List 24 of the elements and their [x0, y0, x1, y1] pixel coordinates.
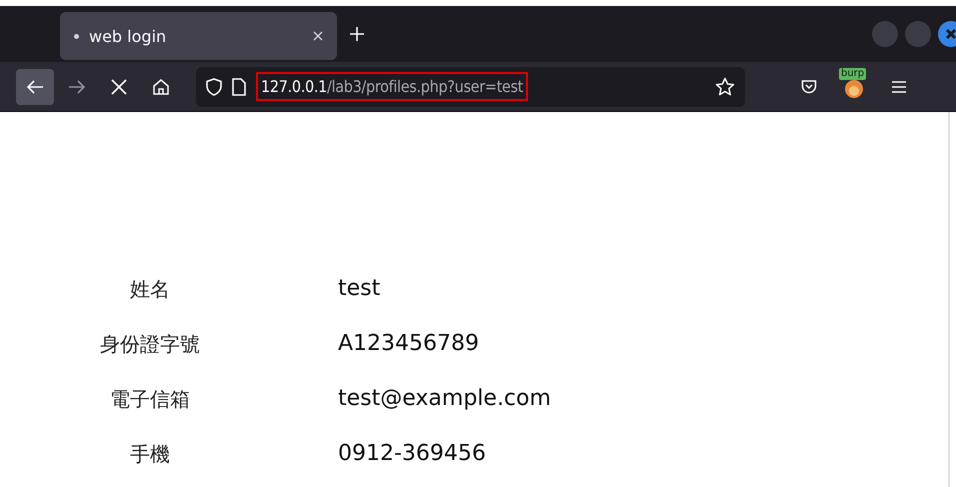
field-label: 姓名 [130, 277, 170, 301]
field-label: 身份證字號 [100, 332, 200, 356]
field-value: test [338, 276, 380, 301]
back-arrow-icon [26, 78, 44, 94]
browser-tab[interactable]: web login [60, 12, 337, 60]
close-icon[interactable] [313, 31, 323, 41]
home-icon[interactable] [152, 78, 170, 96]
page-icon [232, 78, 246, 96]
star-icon[interactable] [715, 76, 735, 96]
extension-badge: burp [839, 68, 866, 80]
shield-icon[interactable] [206, 78, 222, 96]
field-value: test@example.com [338, 386, 551, 411]
field-label: 手機 [130, 442, 170, 466]
address-bar[interactable]: 127.0.0.1/lab3/profiles.php?user=test [196, 66, 745, 106]
new-tab-icon[interactable] [349, 26, 365, 42]
field-value: A123456789 [338, 331, 480, 356]
back-button[interactable] [16, 68, 54, 104]
field-label: 電子信箱 [110, 387, 190, 411]
loading-dot-icon [74, 34, 79, 38]
url-text[interactable]: 127.0.0.1/lab3/profiles.php?user=test [256, 72, 528, 101]
menu-icon[interactable] [891, 80, 907, 94]
pocket-icon[interactable] [801, 78, 817, 94]
forward-icon[interactable] [68, 78, 86, 94]
field-value: 0912-369456 [338, 441, 486, 466]
